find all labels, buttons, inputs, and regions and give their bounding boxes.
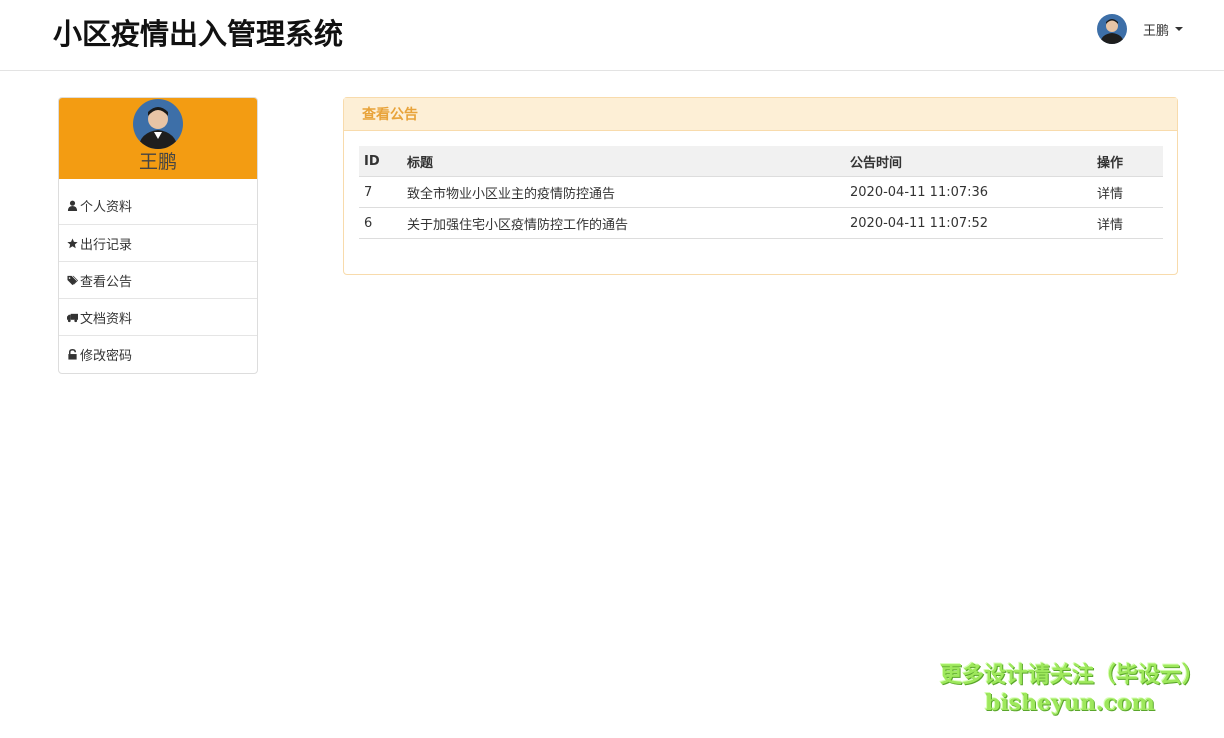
top-navbar: 小区疫情出入管理系统 王鹏 xyxy=(0,0,1224,71)
sidebar-user-name: 王鹏 xyxy=(138,151,177,173)
panel-title: 查看公告 xyxy=(344,98,1177,131)
watermark-line2: bisheyun.com xyxy=(985,690,1155,716)
column-header-operation: 操作 xyxy=(1097,155,1124,171)
user-dropdown[interactable]: 王鹏 xyxy=(1097,14,1184,44)
sidebar-item-change-password[interactable]: 修改密码 xyxy=(59,335,257,372)
header-user-name: 王鹏 xyxy=(1143,23,1170,39)
table-header-row: ID 标题 公告时间 操作 xyxy=(359,146,1163,177)
sidebar-item-profile[interactable]: 个人资料 xyxy=(59,187,257,224)
sidebar-avatar xyxy=(133,99,183,149)
tags-icon xyxy=(67,275,78,285)
details-link[interactable]: 详情 xyxy=(1097,187,1123,202)
lock-icon xyxy=(68,348,77,360)
watermark: 更多设计请关注（毕设云） bisheyun.com xyxy=(940,662,1205,716)
table-row: 7 致全市物业小区业主的疫情防控通告 2020-04-11 11:07:36 详… xyxy=(359,177,1163,208)
sidebar-menu: 个人资料 出行记录 查看公告 文档资料 修改密码 xyxy=(59,187,257,372)
cell-time: 2020-04-11 11:07:36 xyxy=(850,184,989,200)
column-header-id: ID xyxy=(364,153,380,169)
details-link[interactable]: 详情 xyxy=(1097,218,1123,233)
truck-icon xyxy=(67,313,78,322)
cell-id: 6 xyxy=(364,215,373,231)
sidebar-item-label: 修改密码 xyxy=(80,348,133,364)
sidebar-item-label: 个人资料 xyxy=(80,200,133,215)
sidebar-item-travel-records[interactable]: 出行记录 xyxy=(59,224,257,261)
sidebar-item-label: 查看公告 xyxy=(80,274,133,290)
user-sidebar: 王鹏 个人资料 出行记录 查看公告 文档资料 修改密码 xyxy=(58,97,258,374)
chevron-down-icon xyxy=(1175,27,1184,31)
sidebar-item-label: 文档资料 xyxy=(80,311,133,327)
app-title: 小区疫情出入管理系统 xyxy=(53,17,344,51)
cell-id: 7 xyxy=(364,184,373,200)
cell-time: 2020-04-11 11:07:52 xyxy=(850,215,989,231)
cell-title: 致全市物业小区业主的疫情防控通告 xyxy=(407,186,616,202)
sidebar-item-label: 出行记录 xyxy=(80,237,133,253)
column-header-time: 公告时间 xyxy=(850,155,903,171)
sidebar-profile-header: 王鹏 xyxy=(59,98,257,179)
column-header-title: 标题 xyxy=(407,155,434,171)
user-avatar xyxy=(1097,14,1127,44)
announcements-table: ID 标题 公告时间 操作 7 致全市物业小区业主的疫情防控通告 2020-04… xyxy=(359,146,1163,239)
star-icon xyxy=(67,237,78,248)
sidebar-item-documents[interactable]: 文档资料 xyxy=(59,298,257,335)
user-icon xyxy=(67,200,78,211)
announcements-panel: 查看公告 ID 标题 公告时间 操作 7 致全市物业小区业主的疫情防控通告 20… xyxy=(343,97,1178,275)
table-row: 6 关于加强住宅小区疫情防控工作的通告 2020-04-11 11:07:52 … xyxy=(359,208,1163,239)
watermark-line1: 更多设计请关注（毕设云） xyxy=(940,663,1205,688)
cell-title: 关于加强住宅小区疫情防控工作的通告 xyxy=(407,217,629,233)
sidebar-item-announcements[interactable]: 查看公告 xyxy=(59,261,257,298)
